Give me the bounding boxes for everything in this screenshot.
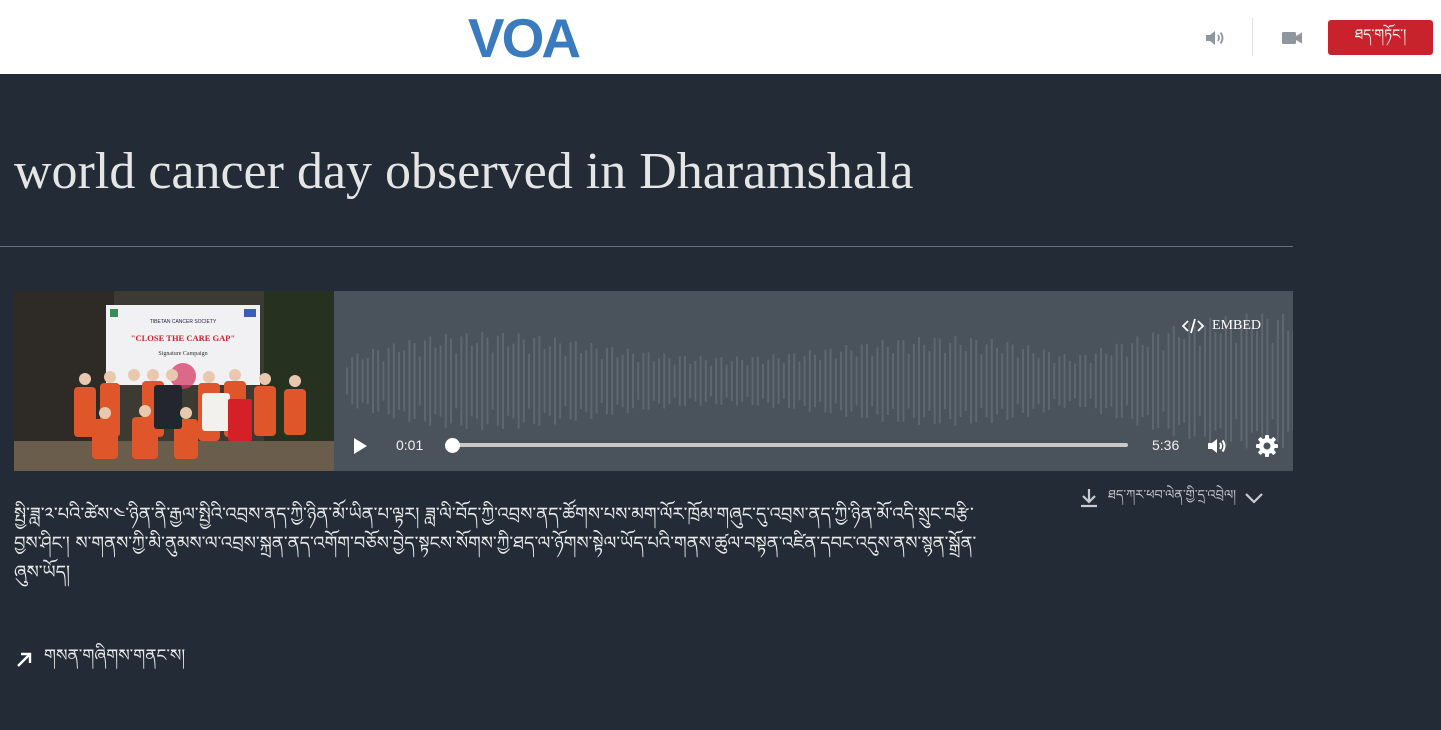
audio-thumbnail-image: TIBETAN CANCER SOCIETY "CLOSE THE CARE G…: [14, 291, 334, 471]
progress-bar[interactable]: [452, 443, 1128, 447]
duration: 5:36: [1152, 437, 1180, 453]
video-camera-icon[interactable]: [1280, 26, 1304, 50]
voa-logo[interactable]: VOA: [460, 11, 586, 63]
page-title: world cancer day observed in Dharamshala: [14, 143, 914, 200]
download-icon: [1081, 489, 1097, 508]
audio-waveform: [346, 313, 1293, 449]
related-label: གསན་གཞིགས་གནང་ས།: [44, 646, 186, 666]
embed-button[interactable]: EMBED: [1182, 316, 1261, 336]
settings-gear-icon[interactable]: [1255, 434, 1279, 458]
logo-text: VOA: [468, 11, 580, 63]
play-icon[interactable]: [350, 436, 370, 456]
embed-label: EMBED: [1212, 318, 1261, 333]
thumbnail-caption: Signature Campaign: [158, 351, 207, 357]
download-label: ཐད་ཀར་ཕབ་ལེན་གྱི་དྲ་འབྲེལ།: [1108, 487, 1237, 503]
chevron-down-icon[interactable]: [1244, 491, 1264, 505]
progress-knob[interactable]: [445, 438, 460, 453]
volume-icon[interactable]: [1205, 434, 1229, 458]
site-header: VOA ཐད་གཏོང་།: [0, 0, 1441, 74]
download-link[interactable]: ཐད་ཀར་ཕབ་ལེན་གྱི་དྲ་འབྲེལ།: [1078, 485, 1264, 511]
thumbnail-slogan: "CLOSE THE CARE GAP": [131, 333, 235, 343]
speaker-icon[interactable]: [1203, 26, 1227, 50]
arrow-up-right-icon: [17, 652, 32, 667]
thumbnail-org: TIBETAN CANCER SOCIETY: [150, 319, 217, 325]
current-time: 0:01: [396, 437, 424, 453]
embed-code-icon: [1182, 318, 1204, 334]
related-link[interactable]: གསན་གཞིགས་གནང་ས།: [14, 645, 185, 675]
header-divider: [1252, 18, 1253, 56]
live-button[interactable]: ཐད་གཏོང་།: [1328, 20, 1433, 55]
audio-player: TIBETAN CANCER SOCIETY "CLOSE THE CARE G…: [14, 291, 1293, 471]
article-description: སྤྱི་ཟླ་༢་པའི་ཚེས་༤་ཉིན་ནི་རྒྱལ་སྤྱིའི་འ…: [14, 504, 977, 583]
title-divider: [0, 246, 1293, 247]
